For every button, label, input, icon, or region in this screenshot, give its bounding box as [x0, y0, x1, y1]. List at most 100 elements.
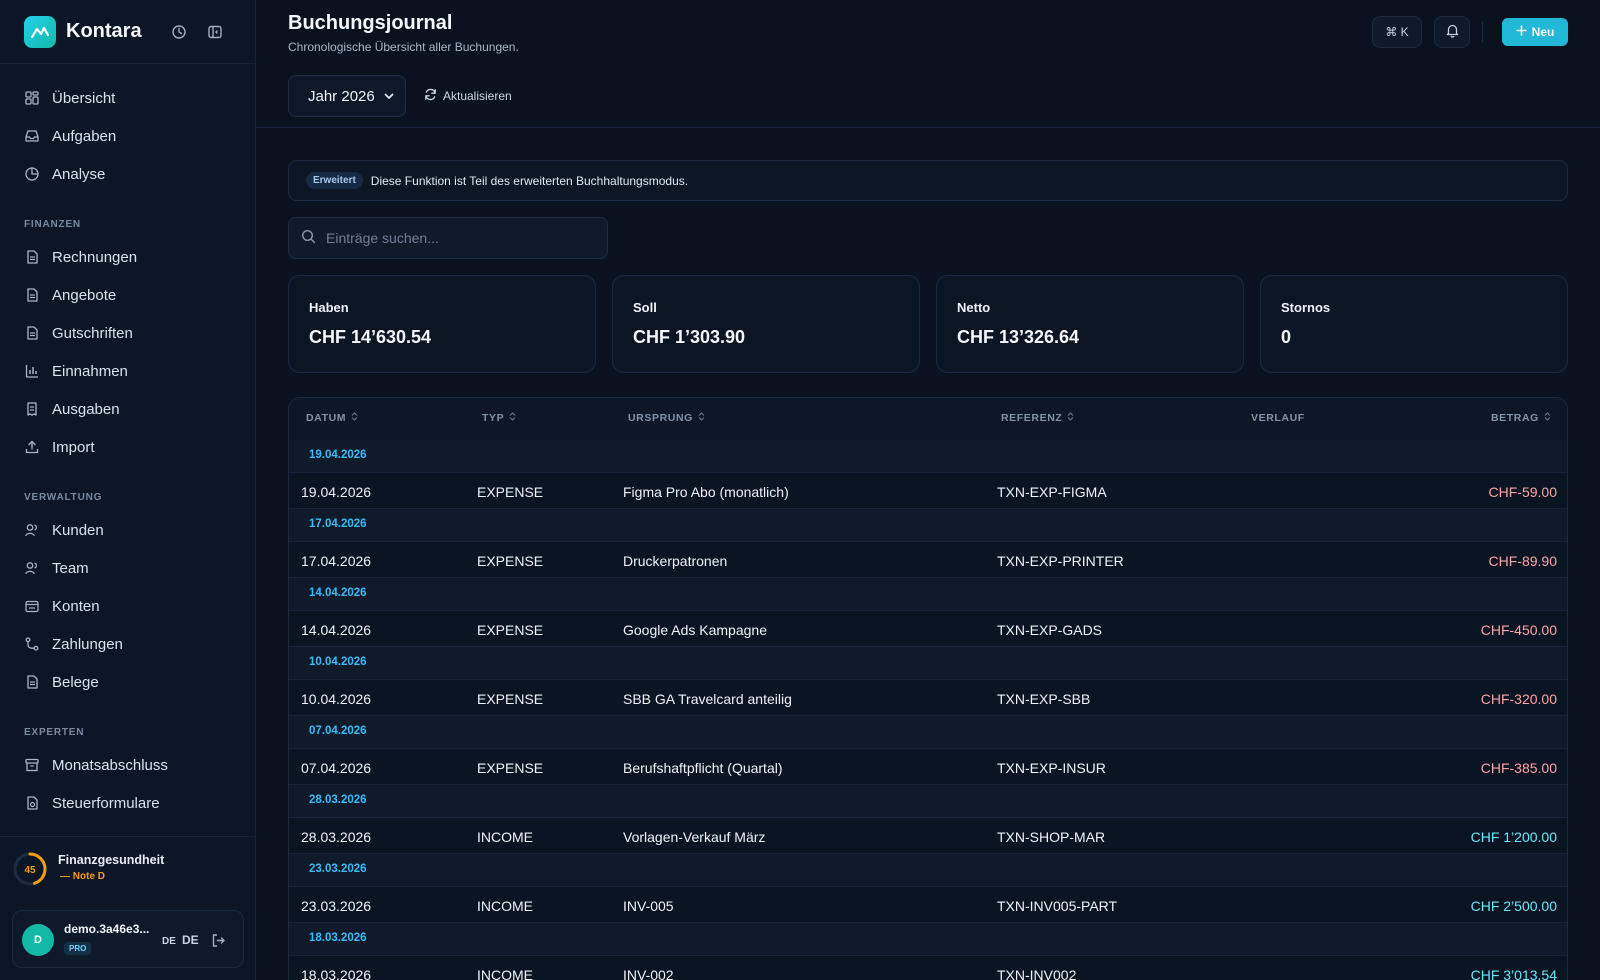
sidebar-item-label: Import [52, 438, 95, 456]
kontara-logo-icon[interactable] [24, 16, 56, 48]
sidebar-item-label: Konten [52, 597, 100, 615]
year-select[interactable]: Jahr 2026 [288, 75, 406, 117]
cell-amount: CHF-450.00 [1480, 622, 1557, 638]
cell-date: 10.04.2026 [301, 691, 372, 707]
bar-chart-icon [24, 363, 40, 379]
document-icon [24, 287, 40, 303]
cell-type: EXPENSE [477, 691, 544, 707]
date-group-row: 28.03.2026 [289, 785, 1567, 817]
sidebar-item-angebote[interactable]: Angebote [14, 279, 242, 311]
cell-date: 18.03.2026 [301, 967, 372, 980]
sidebar-item-label: Analyse [52, 165, 106, 183]
table-row[interactable]: 14.04.2026 EXPENSE Google Ads Kampagne TXN-… [289, 610, 1567, 647]
search-icon [301, 229, 316, 247]
table-row[interactable]: 28.03.2026 INCOME Vorlagen-Verkauf März TXN… [289, 817, 1567, 854]
date-group-row: 19.04.2026 [289, 440, 1567, 472]
column-header-referenz[interactable]: REFERENZ [1001, 412, 1074, 424]
sidebar-item-aufgaben[interactable]: Aufgaben [14, 120, 242, 152]
cell-origin: Google Ads Kampagne [623, 622, 767, 638]
cell-ref: TXN-INV002 [997, 967, 1077, 980]
language-flag-label[interactable]: DE [162, 936, 176, 947]
sidebar-item-label: Angebote [52, 286, 117, 304]
avatar[interactable]: D [22, 924, 54, 956]
stat-card-haben: Haben CHF 14’630.54 [288, 275, 596, 373]
sidebar-item-uebersicht[interactable]: Übersicht [14, 82, 242, 114]
search-input[interactable] [326, 230, 586, 246]
sidebar-item-import[interactable]: Import [14, 431, 242, 463]
cell-origin: Druckerpatronen [623, 553, 728, 569]
cell-origin: Figma Pro Abo (monatlich) [623, 484, 789, 500]
upload-icon [24, 439, 40, 455]
column-header-betrag[interactable]: BETRAG [1491, 412, 1551, 424]
wallet-icon [24, 598, 40, 614]
sidebar-item-label: Belege [52, 673, 99, 691]
plan-badge: PRO [64, 942, 92, 955]
language-switch[interactable]: DE [182, 933, 199, 947]
table-row[interactable]: 19.04.2026 EXPENSE Figma Pro Abo (monatlic… [289, 472, 1567, 509]
table-row[interactable]: 18.03.2026 INCOME INV-002 TXN-INV002 CHF 3’0… [289, 955, 1567, 980]
sidebar-item-konten[interactable]: Konten [14, 590, 242, 622]
new-button[interactable]: Neu [1502, 18, 1568, 46]
sidebar-item-ausgaben[interactable]: Ausgaben [14, 393, 242, 425]
table-row[interactable]: 17.04.2026 EXPENSE Druckerpatronen TXN-EXP-… [289, 541, 1567, 578]
history-icon[interactable] [169, 22, 189, 42]
sidebar-item-gutschriften[interactable]: Gutschriften [14, 317, 242, 349]
column-label: BETRAG [1491, 412, 1539, 424]
refresh-icon [424, 88, 437, 104]
health-note: — Note D [60, 871, 105, 882]
sidebar-item-steuerformulare[interactable]: Steuerformulare [14, 787, 242, 819]
collapse-sidebar-icon[interactable] [205, 22, 225, 42]
cell-ref: TXN-EXP-PRINTER [997, 553, 1124, 569]
stat-card-stornos: Stornos 0 [1260, 275, 1568, 373]
sidebar-item-label: Steuerformulare [52, 794, 160, 812]
cell-origin: Berufshaftpflicht (Quartal) [623, 760, 783, 776]
document-icon [24, 325, 40, 341]
cell-date: 28.03.2026 [301, 829, 372, 845]
notifications-button[interactable] [1434, 16, 1470, 48]
sidebar-item-label: Team [52, 559, 89, 577]
cell-ref: TXN-EXP-GADS [997, 622, 1103, 638]
cell-amount: CHF-59.00 [1488, 484, 1557, 500]
date-group-row: 14.04.2026 [289, 578, 1567, 610]
header: Buchungsjournal Chronologische Übersicht… [256, 0, 1600, 64]
sidebar-item-analyse[interactable]: Analyse [14, 158, 242, 190]
sort-icon [698, 412, 705, 424]
sidebar-item-kunden[interactable]: Kunden [14, 514, 242, 546]
sidebar-item-label: Gutschriften [52, 324, 133, 342]
stat-value: CHF 14’630.54 [309, 327, 432, 347]
sidebar-item-monatsabschluss[interactable]: Monatsabschluss [14, 749, 242, 781]
stat-label: Soll [633, 300, 657, 315]
cell-date: 23.03.2026 [301, 898, 372, 914]
cell-type: EXPENSE [477, 622, 544, 638]
sidebar-item-zahlungen[interactable]: Zahlungen [14, 628, 242, 660]
refresh-button[interactable]: Aktualisieren [424, 86, 512, 106]
logout-icon[interactable] [209, 931, 227, 949]
sidebar-item-team[interactable]: Team [14, 552, 242, 584]
date-group-row: 17.04.2026 [289, 509, 1567, 541]
plus-icon [1515, 25, 1527, 39]
command-palette-button[interactable]: ⌘ K [1372, 16, 1422, 48]
header-divider [1482, 22, 1483, 42]
user-name: demo.3a46e3... [64, 922, 150, 936]
inbox-icon [24, 128, 40, 144]
sidebar-item-label: Zahlungen [52, 635, 123, 653]
search-box[interactable] [288, 217, 608, 259]
table-row[interactable]: 23.03.2026 INCOME INV-005 TXN-INV005-PART CH… [289, 886, 1567, 923]
sidebar-item-belege[interactable]: Belege [14, 666, 242, 698]
column-header-datum[interactable]: DATUM [306, 412, 358, 424]
app-name: Kontara [66, 20, 142, 42]
cell-origin: Vorlagen-Verkauf März [623, 829, 766, 845]
cell-origin: INV-005 [623, 898, 674, 914]
sidebar-item-einnahmen[interactable]: Einnahmen [14, 355, 242, 387]
column-header-ursprung[interactable]: URSPRUNG [628, 412, 705, 424]
user-card[interactable]: D demo.3a46e3... PRO DE DE [12, 910, 244, 968]
column-header-typ[interactable]: TYP [482, 412, 516, 424]
sidebar-item-rechnungen[interactable]: Rechnungen [14, 241, 242, 273]
notice-badge: Erweitert [306, 172, 363, 189]
table-row[interactable]: 07.04.2026 EXPENSE Berufshaftpflicht (Quar… [289, 748, 1567, 785]
cell-ref: TXN-EXP-SBB [997, 691, 1091, 707]
table-row[interactable]: 10.04.2026 EXPENSE SBB GA Travelcard antei… [289, 679, 1567, 716]
finance-health[interactable]: 45 Finanzgesundheit — Note D [0, 836, 256, 898]
cell-origin: INV-002 [623, 967, 674, 980]
cell-amount: CHF-89.90 [1488, 553, 1557, 569]
